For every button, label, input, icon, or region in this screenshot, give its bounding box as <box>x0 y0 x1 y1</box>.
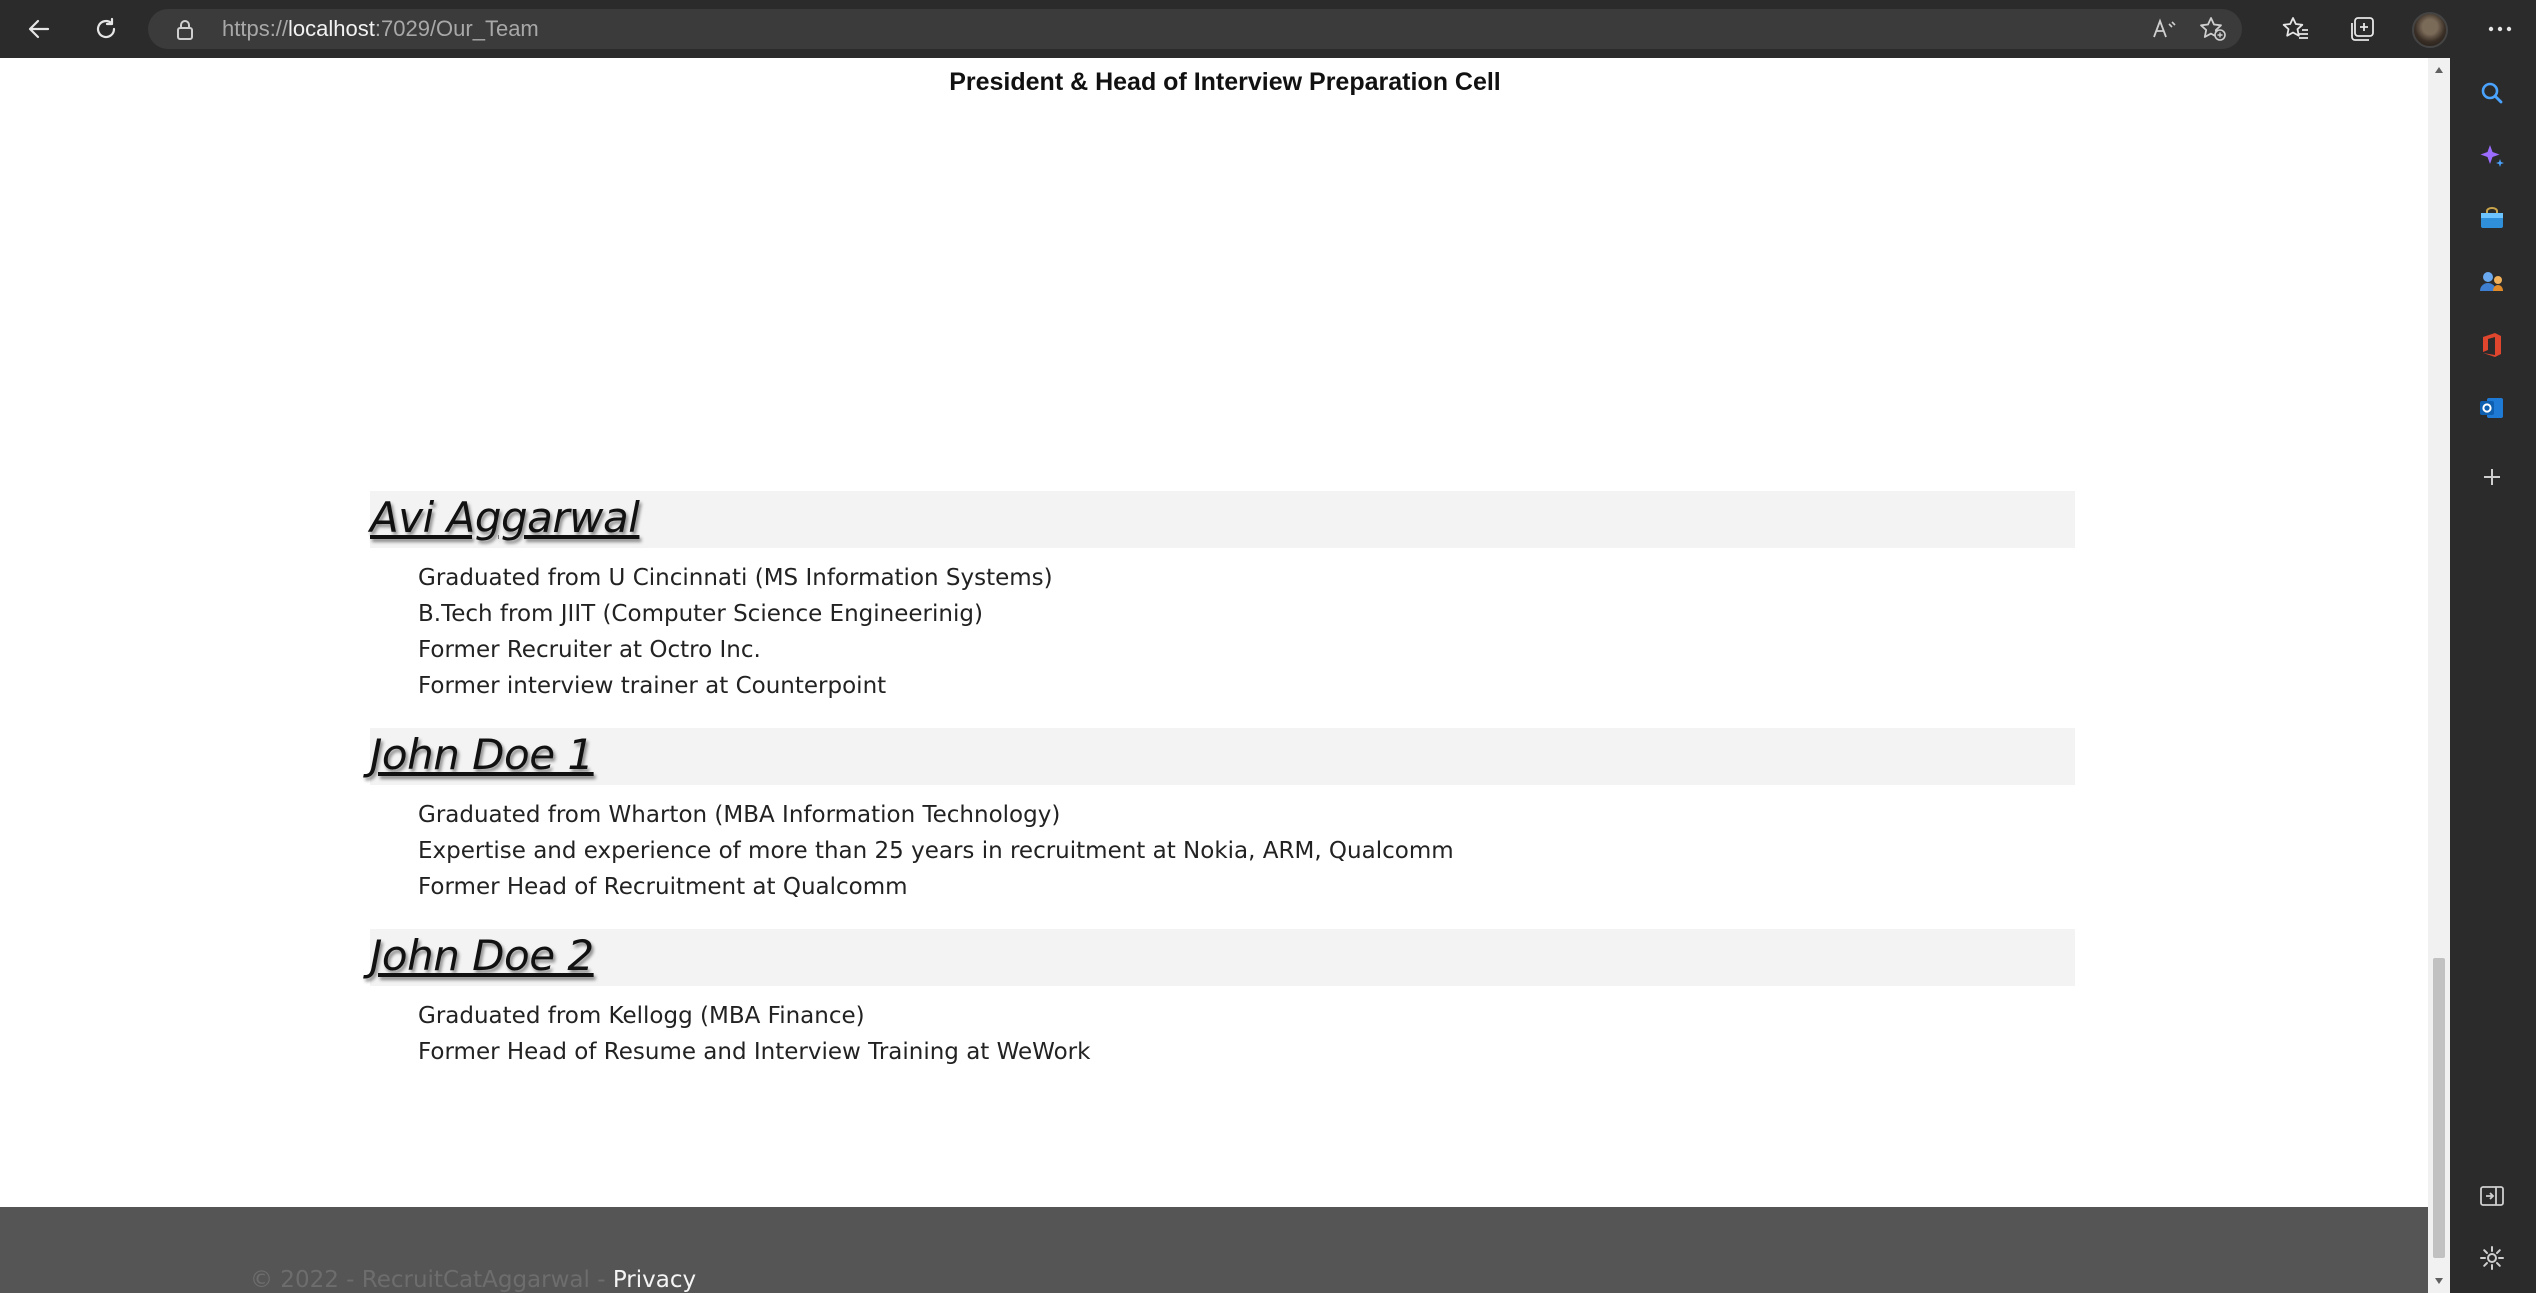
list-item: Former Head of Resume and Interview Trai… <box>418 1039 1091 1065</box>
scroll-up-icon[interactable] <box>2428 60 2450 80</box>
list-item: Graduated from Kellogg (MBA Finance) <box>418 1003 865 1029</box>
page-footer: © 2022 - RecruitCatAggarwal - Privacy <box>0 1207 2450 1293</box>
member-header: John Doe 1 <box>370 728 2075 785</box>
sidebar-people-button[interactable] <box>2472 262 2512 302</box>
list-item: Former interview trainer at Counterpoint <box>418 673 887 699</box>
member-card: John Doe 1 Graduated from Wharton (MBA I… <box>370 728 2075 905</box>
member-header: John Doe 2 <box>370 929 2075 986</box>
scroll-down-icon[interactable] <box>2428 1271 2450 1291</box>
browser-sidebar <box>2450 58 2536 1293</box>
url-text[interactable]: https://localhost:7029/Our_Team <box>222 9 539 49</box>
member-card: John Doe 2 Graduated from Kellogg (MBA F… <box>370 929 2075 1070</box>
list-item: Graduated from Wharton (MBA Information … <box>418 802 1061 828</box>
member-name: Avi Aggarwal <box>370 493 640 542</box>
sidebar-shopping-button[interactable] <box>2472 199 2512 239</box>
address-bar[interactable]: https://localhost:7029/Our_Team <box>148 9 2242 49</box>
sidebar-search-button[interactable] <box>2472 73 2512 113</box>
profile-avatar[interactable] <box>2412 12 2448 48</box>
member-name: John Doe 1 <box>370 730 594 779</box>
list-item: Former Recruiter at Octro Inc. <box>418 637 761 663</box>
sidebar-hide-button[interactable] <box>2472 1176 2512 1216</box>
add-favorite-icon[interactable] <box>2198 15 2228 43</box>
copilot-icon <box>2480 145 2504 167</box>
more-menu-button[interactable] <box>2480 9 2520 49</box>
privacy-link[interactable]: Privacy <box>613 1267 696 1293</box>
list-item: Former Head of Recruitment at Qualcomm <box>418 874 908 900</box>
favorites-icon <box>2282 17 2308 39</box>
refresh-icon <box>96 17 116 39</box>
page-content: President & Head of Interview Preparatio… <box>0 58 2450 1293</box>
favorites-button[interactable] <box>2276 9 2316 49</box>
people-icon <box>2480 272 2503 291</box>
member-card: Avi Aggarwal Graduated from U Cincinnati… <box>370 491 2075 704</box>
add-icon <box>2484 469 2500 485</box>
role-title: President & Head of Interview Preparatio… <box>949 68 1501 96</box>
member-details-list: Graduated from Kellogg (MBA Finance) For… <box>370 986 2075 1070</box>
scrollbar-thumb[interactable] <box>2433 958 2445 1258</box>
office-icon <box>2483 333 2501 357</box>
list-item: Expertise and experience of more than 25… <box>418 838 1454 864</box>
read-aloud-icon[interactable] <box>2150 15 2180 43</box>
sidebar-settings-button[interactable] <box>2472 1238 2512 1278</box>
sidebar-add-button[interactable] <box>2472 457 2512 497</box>
member-header: Avi Aggarwal <box>370 491 2075 548</box>
hide-sidebar-icon <box>2480 1186 2504 1206</box>
vertical-scrollbar[interactable] <box>2428 58 2450 1293</box>
list-item: Graduated from U Cincinnati (MS Informat… <box>418 565 1053 591</box>
sidebar-outlook-button[interactable] <box>2472 388 2512 428</box>
list-item: B.Tech from JIIT (Computer Science Engin… <box>418 601 983 627</box>
browser-toolbar: https://localhost:7029/Our_Team <box>0 0 2536 58</box>
collections-button[interactable] <box>2342 9 2382 49</box>
more-icon <box>2488 26 2512 32</box>
outlook-icon <box>2480 398 2503 418</box>
sidebar-copilot-button[interactable] <box>2472 136 2512 176</box>
url-scheme: https:// <box>222 16 289 41</box>
back-button[interactable] <box>10 0 68 58</box>
refresh-button[interactable] <box>77 0 135 58</box>
url-host: localhost <box>288 16 375 41</box>
copyright-text: © 2022 - RecruitCatAggarwal - <box>250 1267 613 1293</box>
footer-text: © 2022 - RecruitCatAggarwal - Privacy <box>250 1267 696 1293</box>
search-icon <box>2481 82 2503 104</box>
collections-icon <box>2351 17 2374 41</box>
member-details-list: Graduated from Wharton (MBA Information … <box>370 785 2075 905</box>
member-name: John Doe 2 <box>370 931 594 980</box>
back-icon <box>28 19 50 39</box>
lock-icon[interactable] <box>174 18 196 46</box>
member-details-list: Graduated from U Cincinnati (MS Informat… <box>370 548 2075 704</box>
settings-icon <box>2480 1246 2504 1270</box>
shopping-icon <box>2481 207 2503 228</box>
url-path: :7029/Our_Team <box>374 16 539 41</box>
sidebar-office-button[interactable] <box>2472 325 2512 365</box>
